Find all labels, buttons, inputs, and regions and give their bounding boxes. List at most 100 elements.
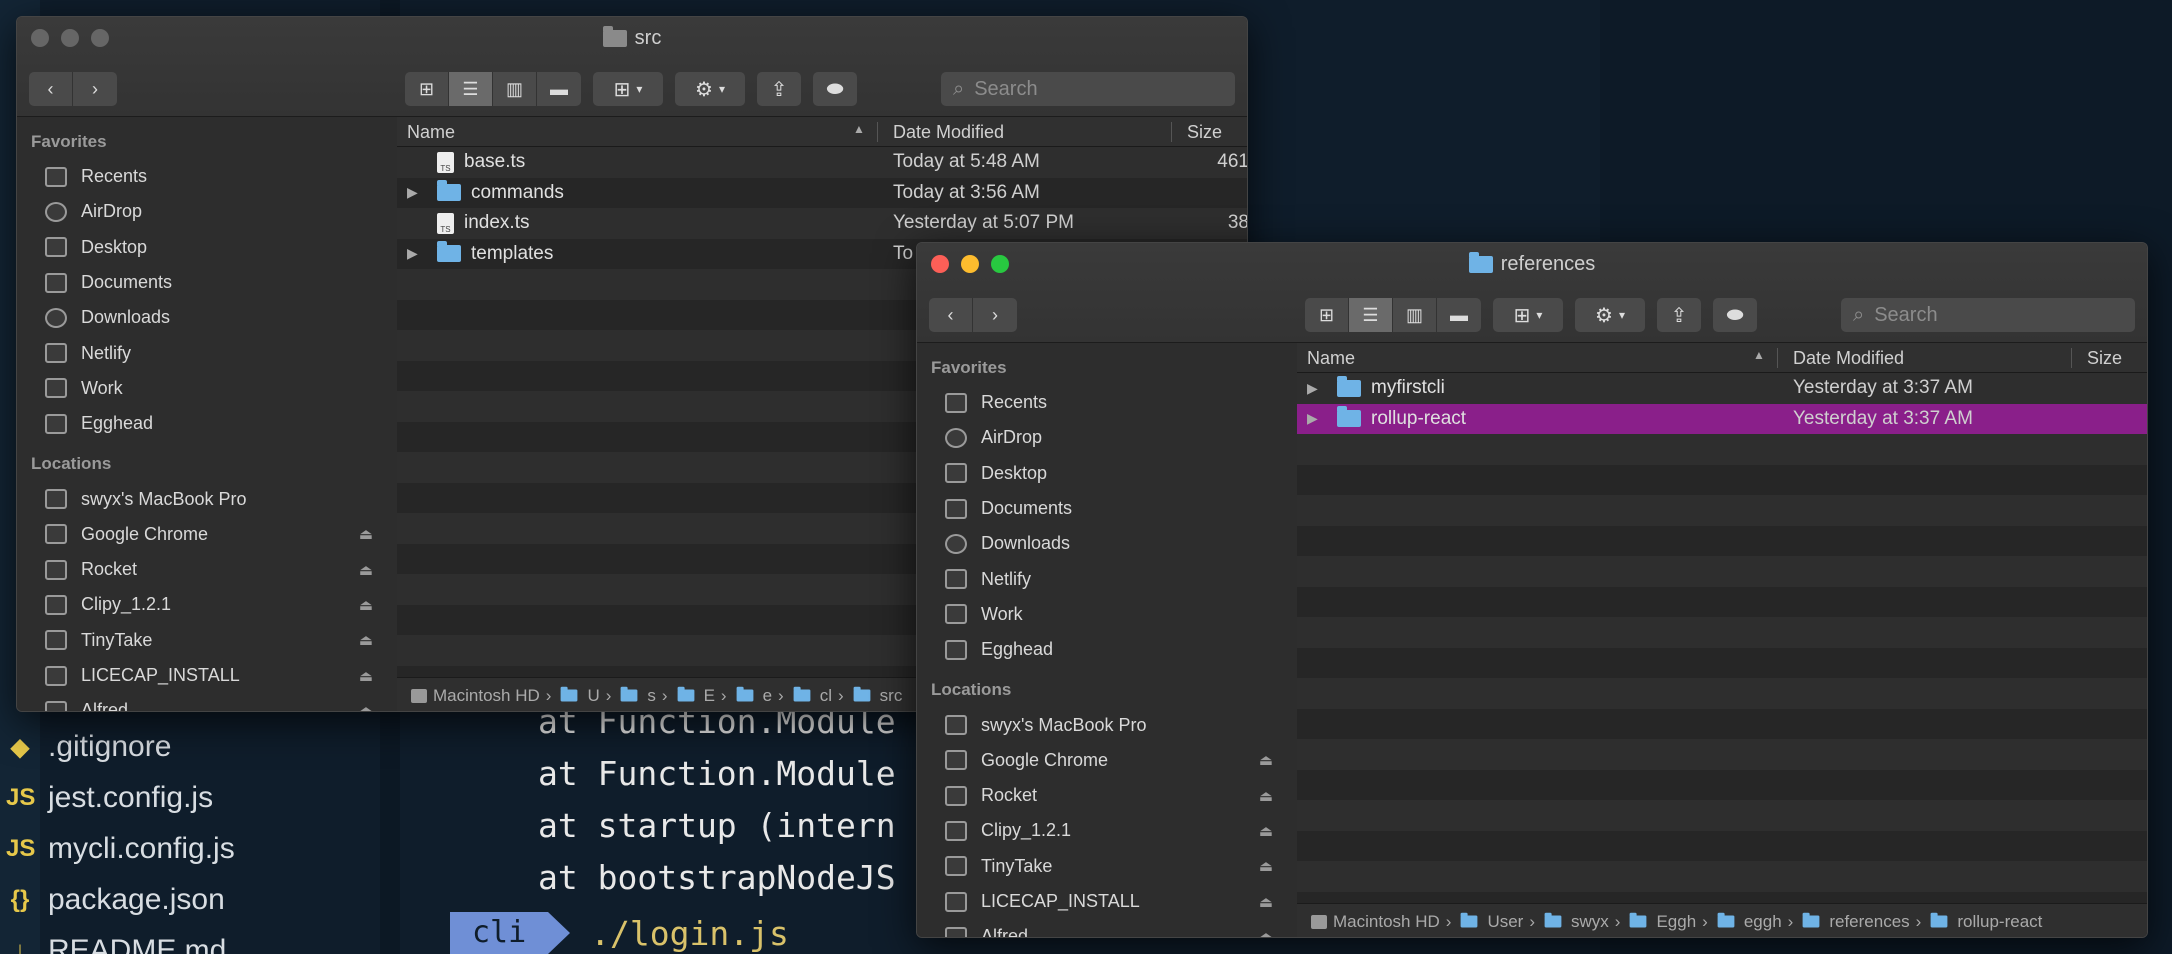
action-button[interactable]: ⚙ ▾ [675, 72, 745, 106]
gallery-view-button[interactable]: ▬ [1437, 298, 1481, 332]
path-segment[interactable]: E [674, 686, 715, 706]
eject-icon[interactable]: ⏏ [359, 667, 373, 685]
path-segment[interactable]: s [617, 686, 656, 706]
icon-view-button[interactable]: ⊞ [1305, 298, 1349, 332]
path-segment[interactable]: e [733, 686, 772, 706]
list-item[interactable]: TS index.ts Yesterday at 5:07 PM 38 [397, 208, 1247, 239]
column-view-button[interactable]: ▥ [1393, 298, 1437, 332]
action-button[interactable]: ⚙ ▾ [1575, 298, 1645, 332]
eject-icon[interactable]: ⏏ [1259, 857, 1273, 875]
disclosure-triangle-icon[interactable]: ▶ [1307, 410, 1318, 427]
gallery-view-button[interactable]: ▬ [537, 72, 581, 106]
eject-icon[interactable]: ⏏ [1259, 822, 1273, 840]
sidebar-item-downloads[interactable]: Downloads [917, 526, 1297, 561]
sidebar-item-rocket[interactable]: Rocket ⏏ [917, 778, 1297, 813]
file-tree-item[interactable]: ◆ .gitignore [6, 730, 172, 764]
eject-icon[interactable]: ⏏ [1259, 787, 1273, 805]
file-tree-item[interactable]: JS mycli.config.js [6, 832, 235, 866]
list-item[interactable]: ▶ myfirstcli Yesterday at 3:37 AM [1297, 373, 2147, 404]
sidebar-item-clipy-1-2-1[interactable]: Clipy_1.2.1 ⏏ [17, 587, 397, 622]
eject-icon[interactable]: ⏏ [359, 702, 373, 711]
eject-icon[interactable]: ⏏ [359, 596, 373, 614]
size-column-header[interactable]: Size [2087, 348, 2122, 369]
list-item[interactable]: ▶ commands Today at 3:56 AM [397, 178, 1247, 209]
group-button[interactable]: ⊞ ▾ [593, 72, 663, 106]
file-tree-item[interactable]: ↓ README.md [6, 934, 226, 954]
finder-window-references[interactable]: references ‹ › ⊞ ☰ ▥ ▬ ⊞ ▾ ⚙ ▾ ⇪ ⬬ ⌕ Sea… [916, 242, 2148, 938]
date-column-header[interactable]: Date Modified [893, 122, 1004, 143]
file-tree-item[interactable]: JS jest.config.js [6, 781, 213, 815]
icon-view-button[interactable]: ⊞ [405, 72, 449, 106]
path-segment[interactable]: references [1799, 912, 1910, 932]
size-column-header[interactable]: Size [1187, 122, 1222, 143]
sidebar-item-clipy-1-2-1[interactable]: Clipy_1.2.1 ⏏ [917, 813, 1297, 848]
eject-icon[interactable]: ⏏ [1259, 751, 1273, 769]
sidebar-item-recents[interactable]: Recents [917, 385, 1297, 420]
eject-icon[interactable]: ⏏ [359, 525, 373, 543]
eject-icon[interactable]: ⏏ [1259, 928, 1273, 937]
eject-icon[interactable]: ⏏ [1259, 893, 1273, 911]
sidebar-item-licecap-install[interactable]: LICECAP_INSTALL ⏏ [917, 884, 1297, 919]
sidebar-item-google-chrome[interactable]: Google Chrome ⏏ [917, 743, 1297, 778]
file-tree-item[interactable]: {} package.json [6, 883, 225, 917]
sidebar-item-airdrop[interactable]: AirDrop [917, 420, 1297, 455]
forward-button[interactable]: › [973, 298, 1017, 332]
disclosure-triangle-icon[interactable]: ▶ [1307, 380, 1318, 397]
sidebar-item-work[interactable]: Work [917, 597, 1297, 632]
sidebar-item-rocket[interactable]: Rocket ⏏ [17, 552, 397, 587]
search-field[interactable]: ⌕ Search [1841, 298, 2135, 332]
path-segment[interactable]: rollup-react [1927, 912, 2042, 932]
path-segment[interactable]: User [1457, 912, 1523, 932]
tags-button[interactable]: ⬬ [813, 72, 857, 106]
path-segment[interactable]: Eggh [1626, 912, 1696, 932]
search-field[interactable]: ⌕ Search [941, 72, 1235, 106]
tags-button[interactable]: ⬬ [1713, 298, 1757, 332]
list-view-button[interactable]: ☰ [1349, 298, 1393, 332]
sidebar-item-netlify[interactable]: Netlify [917, 561, 1297, 596]
sidebar-item-tinytake[interactable]: TinyTake ⏏ [917, 849, 1297, 884]
sidebar-item-alfred[interactable]: Alfred ⏏ [917, 919, 1297, 937]
list-item[interactable]: ▶ rollup-react Yesterday at 3:37 AM [1297, 403, 2147, 434]
sidebar-item-documents[interactable]: Documents [17, 265, 397, 300]
path-segment[interactable]: swyx [1541, 912, 1609, 932]
share-button[interactable]: ⇪ [757, 72, 801, 106]
sidebar-item-tinytake[interactable]: TinyTake ⏏ [17, 623, 397, 658]
sidebar-item-netlify[interactable]: Netlify [17, 335, 397, 370]
sidebar-item-alfred[interactable]: Alfred ⏏ [17, 693, 397, 711]
sidebar-item-work[interactable]: Work [17, 371, 397, 406]
sidebar-item-airdrop[interactable]: AirDrop [17, 194, 397, 229]
sidebar-item-egghead[interactable]: Egghead [17, 406, 397, 441]
group-button[interactable]: ⊞ ▾ [1493, 298, 1563, 332]
name-column-header[interactable]: Name [1307, 348, 1355, 369]
sidebar-item-swyx-s-macbook-pro[interactable]: swyx's MacBook Pro [17, 481, 397, 516]
sidebar-item-desktop[interactable]: Desktop [17, 230, 397, 265]
sidebar-item-licecap-install[interactable]: LICECAP_INSTALL ⏏ [17, 658, 397, 693]
path-segment[interactable]: U [557, 686, 600, 706]
path-segment[interactable]: Macintosh HD [1311, 912, 1440, 932]
back-button[interactable]: ‹ [929, 298, 973, 332]
eject-icon[interactable]: ⏏ [359, 631, 373, 649]
path-segment[interactable]: Macintosh HD [411, 686, 540, 706]
column-view-button[interactable]: ▥ [493, 72, 537, 106]
forward-button[interactable]: › [73, 72, 117, 106]
sidebar-item-swyx-s-macbook-pro[interactable]: swyx's MacBook Pro [917, 707, 1297, 742]
path-segment[interactable]: src [850, 686, 902, 706]
sidebar-item-desktop[interactable]: Desktop [917, 456, 1297, 491]
list-view-button[interactable]: ☰ [449, 72, 493, 106]
list-item[interactable]: TS base.ts Today at 5:48 AM 461 [397, 147, 1247, 178]
path-segment[interactable]: cl [790, 686, 832, 706]
sidebar-item-recents[interactable]: Recents [17, 159, 397, 194]
share-button[interactable]: ⇪ [1657, 298, 1701, 332]
back-button[interactable]: ‹ [29, 72, 73, 106]
sidebar-item-downloads[interactable]: Downloads [17, 300, 397, 335]
disclosure-triangle-icon[interactable]: ▶ [407, 184, 418, 201]
terminal-prompt[interactable]: cli ./login.js [450, 912, 789, 954]
name-column-header[interactable]: Name [407, 122, 455, 143]
path-segment[interactable]: eggh [1714, 912, 1782, 932]
eject-icon[interactable]: ⏏ [359, 561, 373, 579]
disclosure-triangle-icon[interactable]: ▶ [407, 245, 418, 262]
sidebar-item-documents[interactable]: Documents [917, 491, 1297, 526]
sidebar-item-google-chrome[interactable]: Google Chrome ⏏ [17, 517, 397, 552]
date-column-header[interactable]: Date Modified [1793, 348, 1904, 369]
sidebar-item-egghead[interactable]: Egghead [917, 632, 1297, 667]
